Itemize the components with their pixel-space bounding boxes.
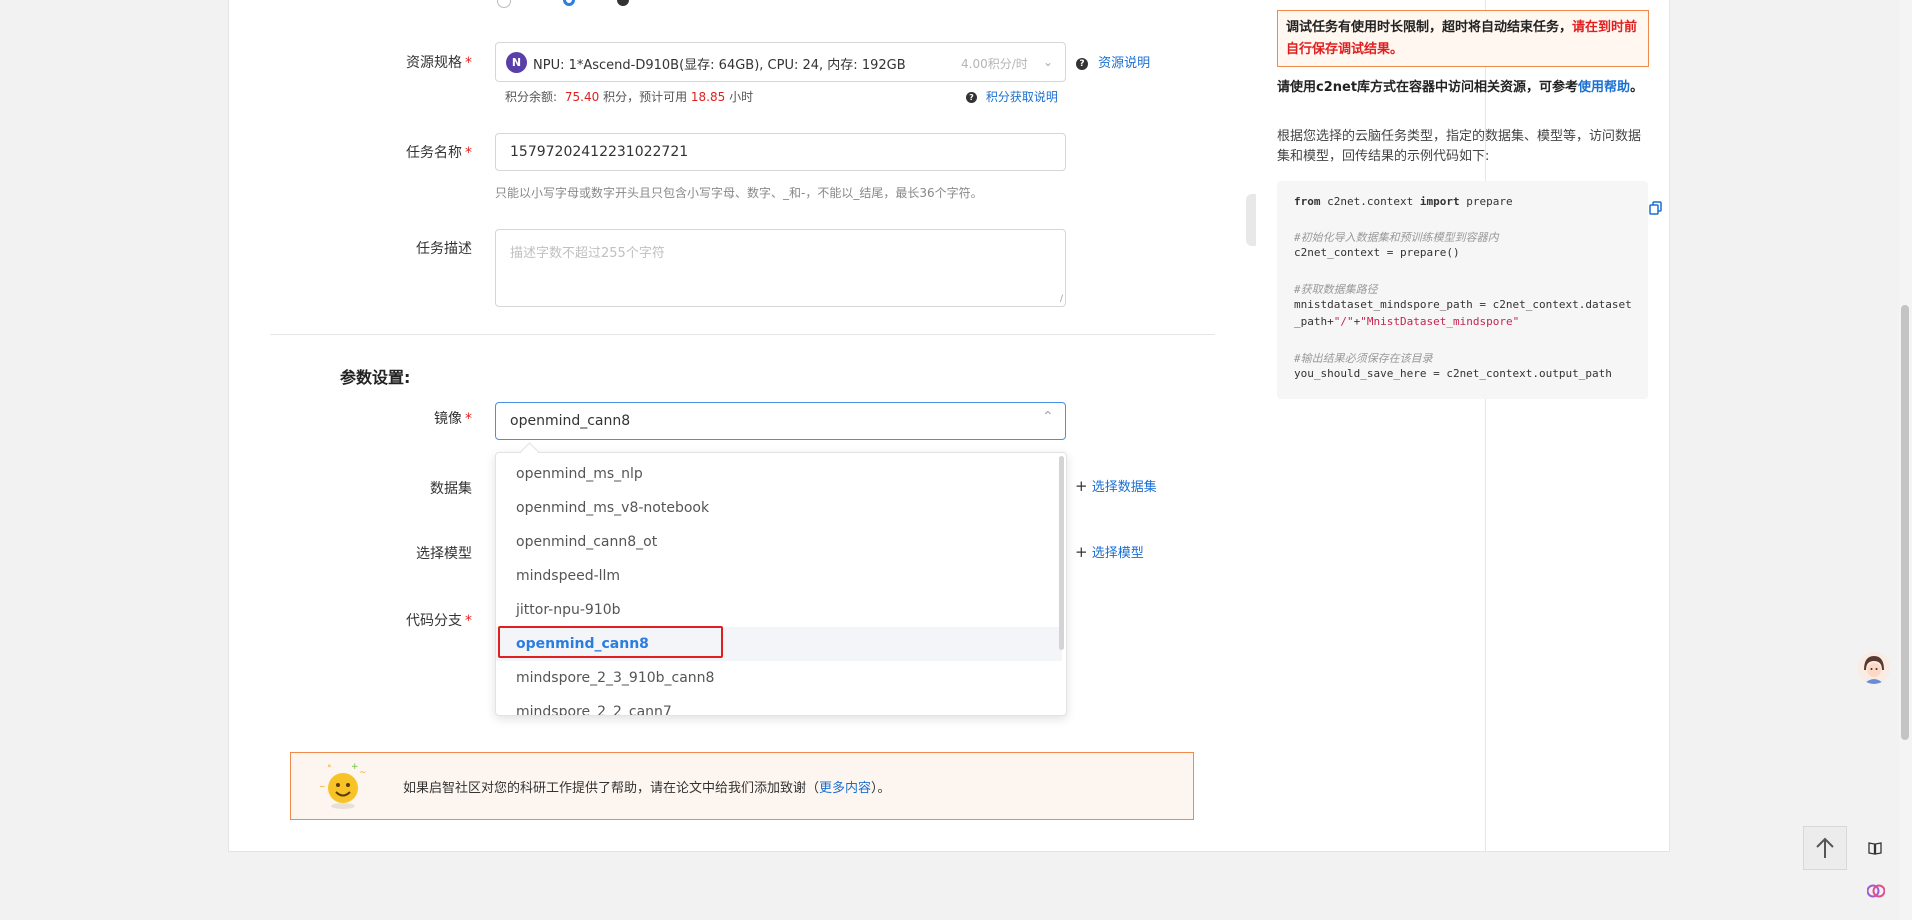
- plus-icon: +: [1075, 543, 1088, 561]
- image-option[interactable]: openmind_cann8_ot: [496, 525, 1062, 559]
- task-name-hint: 只能以小写字母或数字开头且只包含小写字母、数字、_和-，不能以_结尾，最长36个…: [495, 186, 983, 200]
- collapse-handle[interactable]: [1246, 194, 1256, 246]
- image-option[interactable]: openmind_ms_nlp: [496, 457, 1062, 491]
- svg-text:~: ~: [359, 768, 367, 778]
- resource-help-link[interactable]: 资源说明: [1098, 56, 1150, 71]
- svg-text:+: +: [351, 762, 359, 772]
- resource-spec-value: NPU: 1*Ascend-D910B(显存: 64GB), CPU: 24, …: [533, 58, 906, 73]
- points-value: 75.40: [564, 90, 600, 104]
- image-select[interactable]: openmind_cann8 ⌃: [495, 402, 1066, 440]
- chevron-up-icon: ⌃: [1042, 409, 1054, 425]
- image-option[interactable]: mindspeed-llm: [496, 559, 1062, 593]
- branch-label: 代码分支 *: [406, 613, 472, 629]
- image-option[interactable]: jittor-npu-910b: [496, 593, 1062, 627]
- c2net-guide: 请使用c2net库方式在容器中访问相关资源，可参考使用帮助。: [1277, 78, 1649, 98]
- page-scrollbar-thumb[interactable]: [1901, 305, 1909, 740]
- acknowledge-notice: ~ ~ ° + 如果启智社区对您的科研工作提供了帮助，请在论文中给我们添加致谢（…: [290, 752, 1194, 820]
- code-line-dataset-cont: _path+"/"+"MnistDataset_mindspore": [1294, 315, 1520, 328]
- svg-text:~: ~: [319, 782, 326, 791]
- resource-help[interactable]: ? 资源说明: [1076, 52, 1150, 71]
- task-desc-label: 任务描述: [416, 241, 472, 257]
- code-line-import: from c2net.context import prepare: [1294, 195, 1513, 208]
- question-icon: ?: [966, 92, 977, 103]
- hours-unit: 小时: [729, 90, 754, 104]
- points-line: 积分余额: 75.40 积分，预计可用 18.85 小时: [505, 88, 753, 105]
- code-line-prepare: c2net_context = prepare(): [1294, 246, 1460, 259]
- back-to-top-button[interactable]: [1803, 826, 1847, 870]
- warning-bold-text: 调试任务有使用时长限制，超时将自动结束任务，: [1286, 20, 1573, 35]
- code-line-dataset: mnistdataset_mindspore_path = c2net_cont…: [1294, 298, 1632, 311]
- more-content-link[interactable]: 更多内容: [819, 781, 871, 796]
- resource-spec-label: 资源规格 *: [406, 55, 472, 71]
- resource-spec-select[interactable]: N NPU: 1*Ascend-D910B(显存: 64GB), CPU: 24…: [495, 42, 1066, 82]
- svg-text:°: °: [327, 764, 332, 774]
- copy-icon[interactable]: [1622, 188, 1662, 231]
- image-option[interactable]: mindspore_2_3_910b_cann8: [496, 661, 1062, 695]
- params-title: 参数设置:: [340, 368, 411, 387]
- points-mid: 积分，预计可用: [603, 90, 688, 104]
- dataset-label: 数据集: [430, 481, 472, 497]
- image-option[interactable]: openmind_ms_v8-notebook: [496, 491, 1062, 525]
- model-label: 选择模型: [416, 546, 472, 562]
- c2net-text: 请使用c2net库方式在容器中访问相关资源，可参考: [1277, 80, 1579, 95]
- dropdown-scrollbar[interactable]: [1059, 456, 1064, 650]
- code-comment-1: #初始化导入数据集和预训练模型到容器内: [1294, 231, 1499, 244]
- hours-value: 18.85: [690, 90, 726, 104]
- plus-icon: +: [1075, 477, 1088, 495]
- c2net-period: 。: [1630, 80, 1644, 95]
- code-comment-2: #获取数据集路径: [1294, 283, 1378, 296]
- c2net-desc: 根据您选择的云脑任务类型，指定的数据集、模型等，访问数据集和模型，回传结果的示例…: [1277, 129, 1642, 164]
- notice-text-before: 如果启智社区对您的科研工作提供了帮助，请在论文中给我们添加致谢（: [403, 781, 820, 796]
- arrow-up-icon: [1816, 837, 1834, 858]
- npu-badge-icon: N: [506, 52, 527, 73]
- image-value: openmind_cann8: [510, 413, 631, 429]
- section-divider: [270, 334, 1215, 335]
- select-model-label: 选择模型: [1091, 546, 1144, 561]
- help-link[interactable]: 使用帮助: [1578, 80, 1630, 95]
- smiley-icon: ~ ~ ° +: [313, 761, 368, 811]
- brain-icon[interactable]: [1866, 882, 1886, 900]
- assistant-avatar-icon[interactable]: [1858, 652, 1890, 684]
- task-name-input[interactable]: 15797202412231022721: [495, 133, 1066, 171]
- selected-option-highlight: [498, 626, 723, 658]
- code-line-output: you_should_save_here = c2net_context.out…: [1294, 367, 1612, 380]
- image-option[interactable]: mindspore_2_2_cann7: [496, 695, 1062, 715]
- image-dropdown: openmind_ms_nlp openmind_ms_v8-notebook op…: [495, 452, 1067, 716]
- chevron-down-icon: ⌄: [1043, 55, 1054, 69]
- code-sample: from c2net.context import prepare #初始化导入…: [1277, 181, 1662, 399]
- task-name-label: 任务名称 *: [406, 145, 472, 161]
- select-dataset-label: 选择数据集: [1091, 480, 1157, 495]
- points-help-link[interactable]: 积分获取说明: [986, 90, 1058, 104]
- resource-price: 4.00积分/时: [961, 57, 1028, 71]
- resize-handle-icon[interactable]: ∕: [1060, 294, 1063, 304]
- points-label: 积分余额:: [505, 90, 558, 104]
- select-dataset-button[interactable]: + 选择数据集: [1075, 476, 1157, 495]
- task-desc-textarea[interactable]: 描述字数不超过255个字符 ∕: [495, 229, 1066, 307]
- notice-text: 如果启智社区对您的科研工作提供了帮助，请在论文中给我们添加致谢（更多内容）。: [403, 777, 891, 796]
- notice-text-after: ）。: [871, 781, 891, 796]
- task-desc-placeholder: 描述字数不超过255个字符: [510, 246, 665, 261]
- book-icon[interactable]: [1867, 840, 1883, 856]
- code-comment-3: #输出结果必须保存在该目录: [1294, 352, 1433, 365]
- image-label: 镜像 *: [434, 411, 472, 427]
- task-name-value: 15797202412231022721: [510, 144, 689, 160]
- select-model-button[interactable]: + 选择模型: [1075, 542, 1144, 561]
- question-icon: ?: [1076, 57, 1088, 70]
- points-help[interactable]: ? 积分获取说明: [966, 88, 1058, 105]
- time-limit-warning: 调试任务有使用时长限制，超时将自动结束任务，请在到时前自行保存调试结果。: [1277, 10, 1649, 67]
